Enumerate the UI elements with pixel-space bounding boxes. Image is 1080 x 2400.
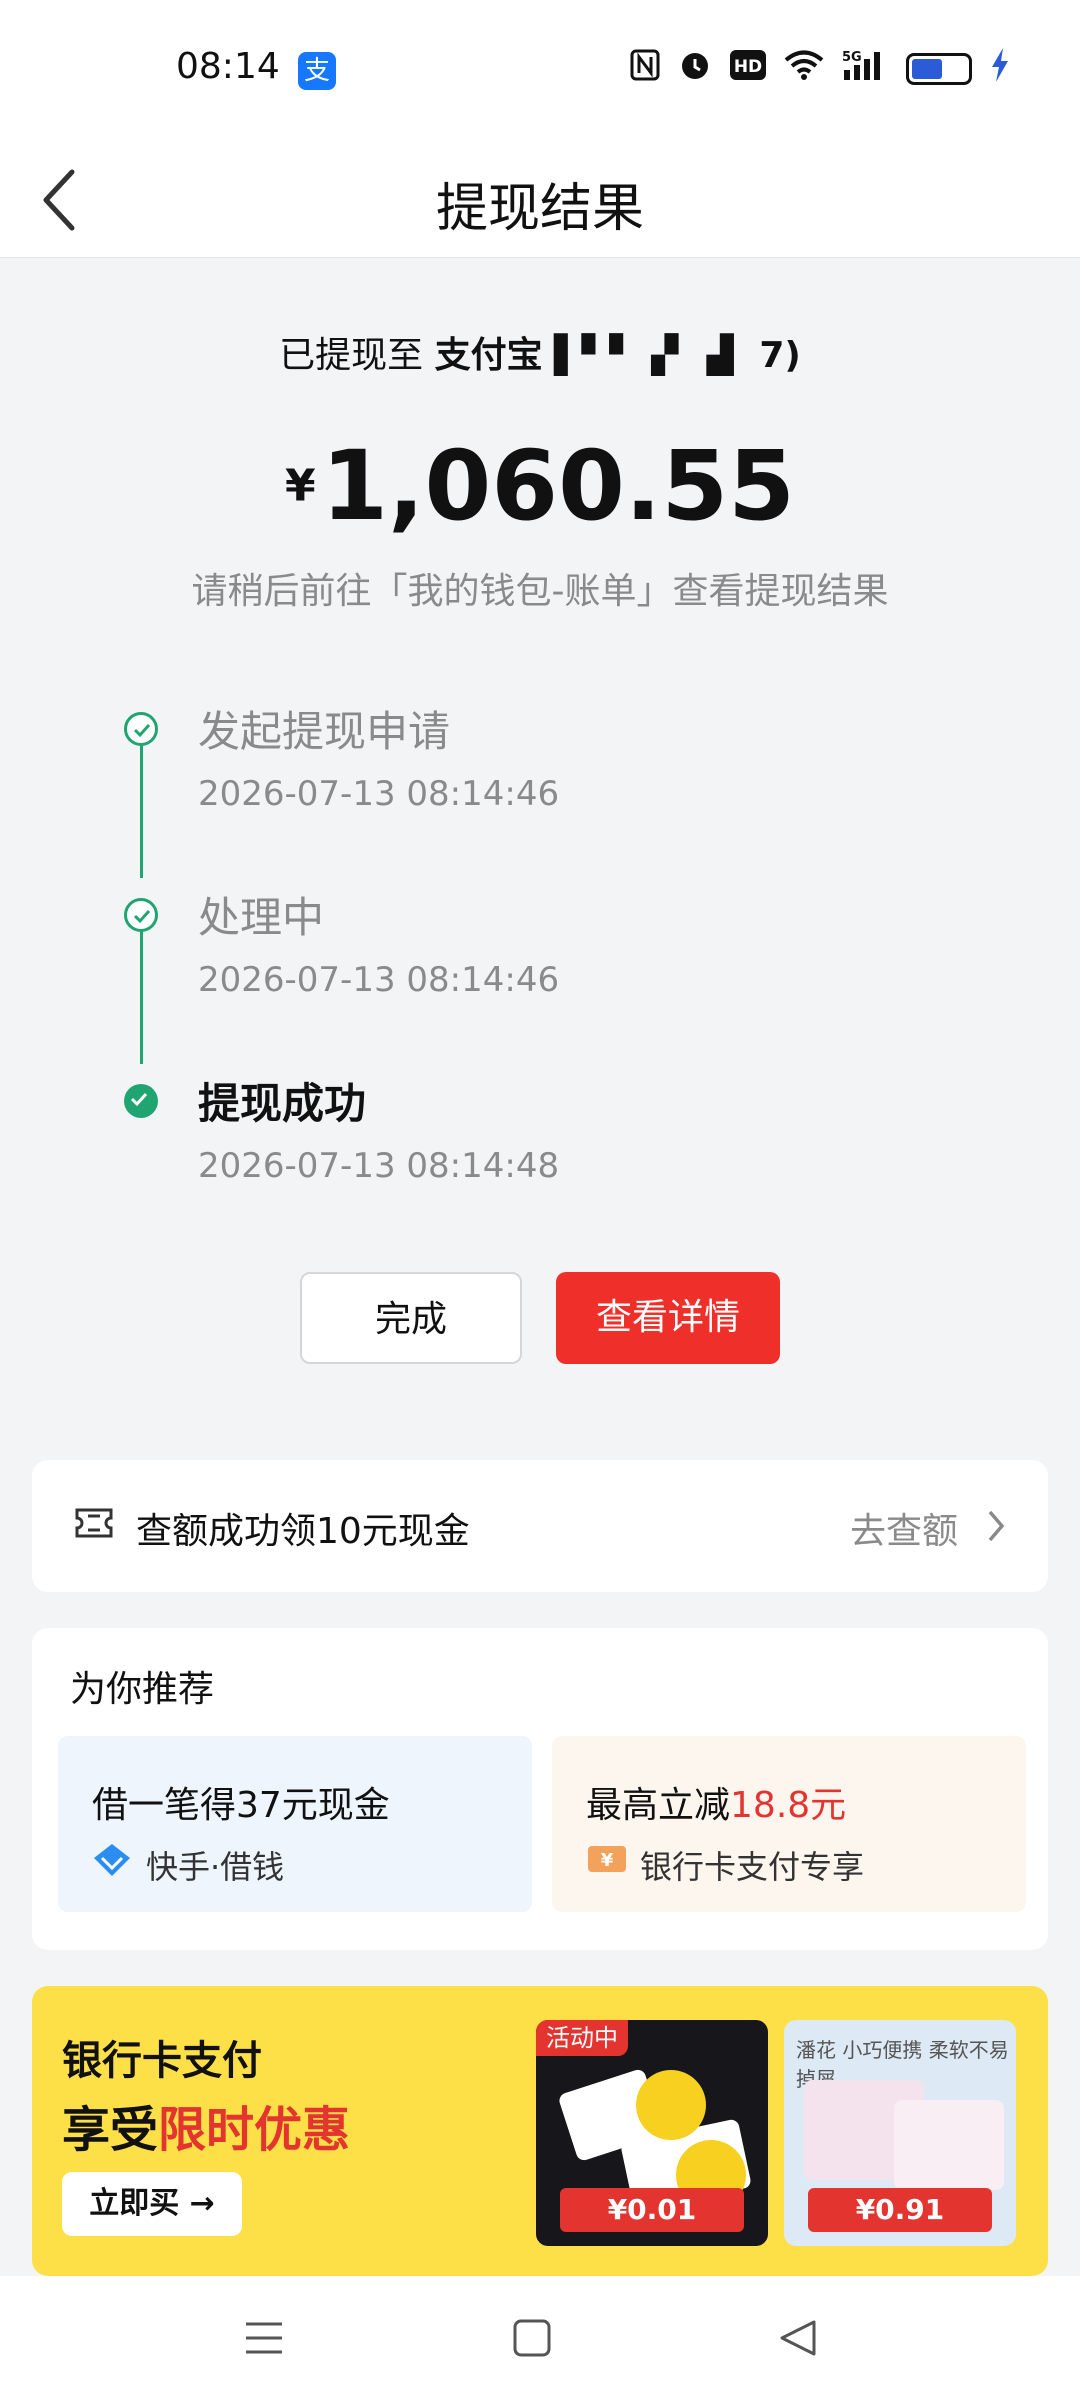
chevron-right-icon <box>988 1510 1005 1542</box>
status-bar: 08:14 支 HD 5G <box>0 0 1080 140</box>
product-card[interactable]: 潘花 小巧便携 柔软不易掉屑 ¥0.91 <box>784 2020 1016 2246</box>
coupon-icon <box>75 1508 113 1538</box>
withdraw-amount: ¥ 1,060.55 <box>0 430 1080 542</box>
hd-icon: HD <box>730 50 766 88</box>
timeline-step-time: 2026-07-13 08:14:46 <box>198 774 560 814</box>
banner-title: 银行卡支付 <box>62 2038 262 2084</box>
view-details-button[interactable]: 查看详情 <box>556 1272 780 1364</box>
svg-text:HD: HD <box>734 57 762 77</box>
battery-icon <box>906 53 972 85</box>
recommend-item-source: 快手·借钱 <box>146 1848 285 1886</box>
nfc-icon <box>630 49 660 89</box>
product-price: ¥0.91 <box>808 2188 992 2232</box>
smiley-icon <box>636 2070 706 2140</box>
recommend-item-loan[interactable]: 借一笔得37元现金 快手·借钱 <box>58 1736 532 1912</box>
timeline-step-title: 处理中 <box>198 893 325 942</box>
home-icon[interactable] <box>510 2316 554 2360</box>
timeline-connector <box>140 914 143 1064</box>
svg-text:5G: 5G <box>842 50 862 65</box>
menu-icon[interactable] <box>242 2316 286 2360</box>
timeline-connector <box>140 726 143 878</box>
alipay-notification-icon: 支 <box>298 52 336 90</box>
recommend-heading: 为你推荐 <box>70 1669 215 1710</box>
timeline-step-time: 2026-07-13 08:14:48 <box>198 1146 560 1186</box>
status-icons: HD 5G <box>630 48 1010 90</box>
credit-check-card[interactable]: 查额成功领10元现金 去查额 <box>32 1460 1048 1592</box>
currency-symbol: ¥ <box>285 460 316 512</box>
back-triangle-icon[interactable] <box>776 2316 820 2360</box>
wifi-icon <box>784 49 824 89</box>
timeline-step-time: 2026-07-13 08:14:46 <box>198 960 560 1000</box>
done-button[interactable]: 完成 <box>300 1272 522 1364</box>
charging-icon <box>990 48 1010 90</box>
product-price: ¥0.01 <box>560 2188 744 2232</box>
nav-bar: 提现结果 <box>0 140 1080 258</box>
recommend-item-title: 最高立减18.8元 <box>586 1785 847 1826</box>
system-nav-bar <box>0 2276 1080 2400</box>
check-icon <box>124 898 158 932</box>
timeline-step-title: 发起提现申请 <box>198 707 451 756</box>
progress-timeline: 发起提现申请 2026-07-13 08:14:46 处理中 2026-07-1… <box>118 690 918 1210</box>
destination-account: 支付宝 <box>434 335 543 376</box>
promo-banner[interactable]: 银行卡支付 享受限时优惠 立即买 → 活动中 ¥0.01 潘花 小巧便携 柔软不… <box>32 1986 1048 2276</box>
masked-account: ▌▘▘▗▘▗▌ <box>542 335 760 376</box>
5g-signal-icon: 5G <box>842 48 888 90</box>
diamond-icon <box>94 1844 130 1876</box>
recommend-item-title: 借一笔得37元现金 <box>92 1785 390 1826</box>
coupon-icon: ¥ <box>588 1846 626 1872</box>
svg-text:¥: ¥ <box>601 1850 614 1871</box>
product-card[interactable]: 活动中 ¥0.01 <box>536 2020 768 2246</box>
buy-now-button[interactable]: 立即买 → <box>62 2172 242 2236</box>
banner-subtitle: 享受限时优惠 <box>62 2102 351 2158</box>
check-icon <box>124 712 158 746</box>
check-filled-icon <box>124 1084 158 1118</box>
recommend-item-discount[interactable]: 最高立减18.8元 ¥ 银行卡支付专享 <box>552 1736 1026 1912</box>
withdraw-destination: 已提现至 支付宝 ▌▘▘▗▘▗▌ 7) <box>0 326 1080 378</box>
timeline-step-title: 提现成功 <box>198 1079 367 1128</box>
status-time: 08:14 <box>176 46 280 87</box>
recommend-card: 为你推荐 借一笔得37元现金 快手·借钱 最高立减18.8元 ¥ 银行卡支付专享 <box>32 1628 1048 1950</box>
destination-prefix: 已提现至 <box>279 335 424 376</box>
amount-value: 1,060.55 <box>321 430 795 542</box>
alarm-icon <box>678 48 712 90</box>
destination-suffix: 7) <box>759 335 801 376</box>
credit-check-text: 查额成功领10元现金 <box>136 1511 470 1552</box>
activity-tag: 活动中 <box>536 2020 628 2056</box>
result-hint: 请稍后前往「我的钱包-账单」查看提现结果 <box>191 571 889 612</box>
credit-check-link[interactable]: 去查额 <box>850 1502 958 1554</box>
recommend-item-source: 银行卡支付专享 <box>640 1848 865 1886</box>
page-title: 提现结果 <box>435 179 644 239</box>
